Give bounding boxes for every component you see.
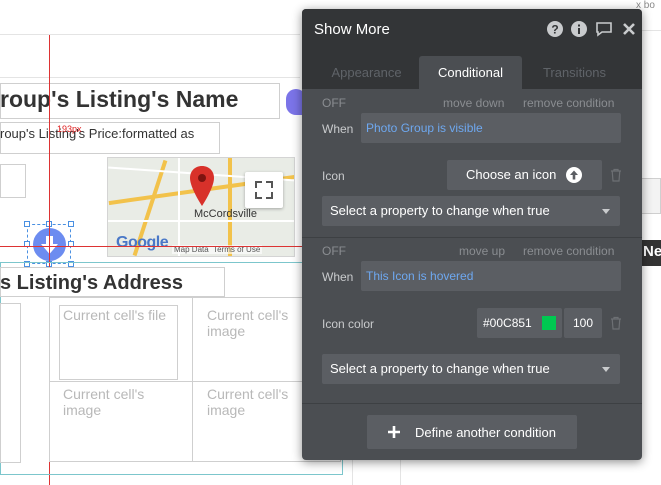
tab-appearance[interactable]: Appearance xyxy=(314,56,419,89)
resize-handle[interactable] xyxy=(24,221,30,227)
conditional-panel: Show More ? Appearance Conditional Trans… xyxy=(302,9,642,460)
define-condition-label: Define another condition xyxy=(415,425,556,440)
plus-icon xyxy=(388,426,400,438)
opacity-value: 100 xyxy=(573,316,594,330)
grid-line xyxy=(0,77,300,78)
svg-text:?: ? xyxy=(551,23,558,37)
trash-icon[interactable] xyxy=(610,316,622,330)
property-label: Icon color xyxy=(322,317,375,331)
info-icon[interactable] xyxy=(571,21,587,37)
listing-address-text: s Listing's Address xyxy=(0,272,183,294)
color-swatch[interactable] xyxy=(542,316,556,330)
resize-handle[interactable] xyxy=(68,221,74,227)
condition-status[interactable]: OFF xyxy=(322,244,346,258)
panel-title: Show More xyxy=(314,21,390,38)
map-road xyxy=(108,220,294,222)
listing-price-text: roup's Listing's Price:formatted as xyxy=(0,126,195,141)
distance-label: 193px xyxy=(57,124,82,134)
chevron-down-icon xyxy=(602,209,610,214)
chevron-down-icon xyxy=(602,367,610,372)
tab-conditional[interactable]: Conditional xyxy=(419,56,522,89)
property-label: Icon xyxy=(322,169,345,183)
condition-divider xyxy=(302,237,642,238)
opacity-field[interactable]: 100 xyxy=(564,308,602,338)
remove-condition-link[interactable]: remove condition xyxy=(523,96,614,110)
comment-icon[interactable] xyxy=(595,21,613,37)
cell-frame[interactable] xyxy=(0,303,21,463)
when-label: When xyxy=(322,270,354,284)
choose-icon-label: Choose an icon xyxy=(466,167,557,182)
color-hex-value: #00C851 xyxy=(483,316,532,330)
choose-icon-button[interactable]: Choose an icon xyxy=(447,160,602,190)
cell-image-text: Current cell's image xyxy=(207,307,289,339)
cell-divider xyxy=(49,381,341,382)
condition-status[interactable]: OFF xyxy=(322,96,346,110)
property-select[interactable]: Select a property to change when true xyxy=(322,354,620,384)
condition-expression-field[interactable]: Photo Group is visible xyxy=(361,113,621,143)
canvas-fragment-button[interactable]: Ne xyxy=(641,240,661,266)
upload-arrow-icon xyxy=(566,167,582,183)
panel-tabs: Appearance Conditional Transitions xyxy=(302,49,642,89)
canvas-fragment-box xyxy=(641,178,661,214)
close-icon[interactable] xyxy=(622,22,636,36)
map-pin-icon xyxy=(190,166,214,206)
help-icon[interactable]: ? xyxy=(547,21,563,37)
map-element[interactable]: McCordsville Google Map Data Terms of Us… xyxy=(107,157,295,257)
small-element-box[interactable] xyxy=(0,164,26,198)
fullscreen-button[interactable] xyxy=(245,172,283,208)
when-label: When xyxy=(322,122,354,136)
color-picker-field[interactable]: #00C851 xyxy=(477,308,562,338)
cell-divider xyxy=(192,297,193,462)
tab-transitions[interactable]: Transitions xyxy=(522,56,627,89)
fullscreen-icon xyxy=(255,181,273,199)
move-up-link[interactable]: move up xyxy=(459,244,505,258)
cell-image-text: Current cell's image xyxy=(63,386,145,418)
define-another-condition-button[interactable]: Define another condition xyxy=(367,415,577,449)
trash-icon[interactable] xyxy=(610,168,622,182)
grid-line xyxy=(352,460,353,485)
move-down-link[interactable]: move down xyxy=(443,96,504,110)
listing-name-text: roup's Listing's Name xyxy=(0,86,239,112)
condition-expression-field[interactable]: This Icon is hovered xyxy=(361,261,621,291)
grid-line xyxy=(400,460,401,485)
cell-image-text: Current cell's image xyxy=(207,386,289,418)
remove-condition-link[interactable]: remove condition xyxy=(523,244,614,258)
grid-line xyxy=(0,34,300,35)
property-select-text: Select a property to change when true xyxy=(330,203,550,218)
guide-line-horizontal xyxy=(0,246,330,247)
property-select-text: Select a property to change when true xyxy=(330,361,550,376)
cell-file-text: Current cell's file xyxy=(63,307,167,323)
grid-line xyxy=(640,30,661,31)
map-logo: Google xyxy=(116,234,169,251)
condition-divider xyxy=(302,403,642,404)
map-city-label: McCordsville xyxy=(194,208,257,220)
panel-header[interactable]: Show More ? xyxy=(302,9,642,49)
property-select[interactable]: Select a property to change when true xyxy=(322,196,620,226)
